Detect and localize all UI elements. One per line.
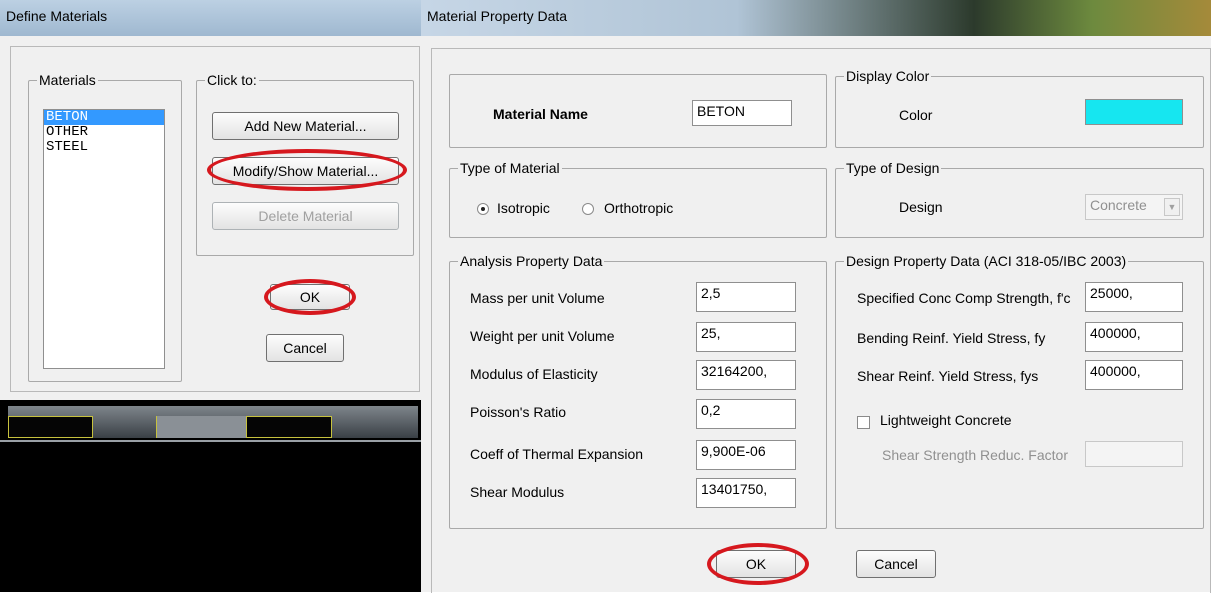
design-select-value: Concrete — [1090, 197, 1147, 213]
material-property-titlebar[interactable]: Material Property Data — [421, 0, 1211, 36]
material-property-title: Material Property Data — [427, 8, 568, 24]
material-list-item[interactable]: BETON — [44, 110, 164, 125]
color-swatch[interactable] — [1085, 99, 1183, 125]
define-materials-dialog: Define Materials Materials BETON OTHER STE… — [0, 0, 421, 400]
analysis-row-label: Mass per unit Volume — [470, 290, 605, 306]
analysis-row-label: Modulus of Elasticity — [470, 366, 598, 382]
material-name-label: Material Name — [493, 106, 588, 122]
property-cancel-button[interactable]: Cancel — [856, 550, 936, 578]
analysis-row-input[interactable]: 13401750, — [696, 478, 796, 508]
add-new-material-button[interactable]: Add New Material... — [212, 112, 399, 140]
delete-material-button[interactable]: Delete Material — [212, 202, 399, 230]
design-row-input[interactable]: 400000, — [1085, 322, 1183, 352]
define-ok-button[interactable]: OK — [270, 284, 350, 310]
analysis-row-input[interactable]: 9,900E-06 — [696, 440, 796, 470]
materials-group-label: Materials — [37, 72, 98, 88]
analysis-row-input[interactable]: 32164200, — [696, 360, 796, 390]
design-row-input[interactable]: 400000, — [1085, 360, 1183, 390]
shear-reduc-label: Shear Strength Reduc. Factor — [882, 447, 1068, 463]
click-to-group-label: Click to: — [205, 72, 259, 88]
design-label: Design — [899, 199, 943, 215]
analysis-row-label: Weight per unit Volume — [470, 328, 615, 344]
analysis-row-label: Coeff of Thermal Expansion — [470, 446, 644, 462]
shear-reduc-input[interactable] — [1085, 441, 1183, 467]
materials-group: Materials BETON OTHER STEEL — [28, 72, 182, 382]
material-list-item[interactable]: OTHER — [44, 125, 164, 140]
isotropic-label: Isotropic — [497, 200, 550, 216]
define-materials-title: Define Materials — [6, 8, 108, 24]
type-of-material-group-label: Type of Material — [458, 160, 562, 176]
orthotropic-radio[interactable] — [582, 203, 594, 215]
design-select[interactable]: Concrete ▼ — [1085, 194, 1183, 220]
define-materials-titlebar[interactable]: Define Materials — [0, 0, 421, 36]
materials-listbox[interactable]: BETON OTHER STEEL — [43, 109, 165, 369]
color-label: Color — [899, 107, 933, 123]
material-property-dialog: Material Property Data Material Name BET… — [421, 0, 1211, 593]
analysis-row-input[interactable]: 2,5 — [696, 282, 796, 312]
chevron-down-icon: ▼ — [1164, 198, 1180, 216]
analysis-row-label: Shear Modulus — [470, 484, 565, 500]
analysis-row-input[interactable]: 25, — [696, 322, 796, 352]
property-ok-button[interactable]: OK — [716, 550, 796, 578]
design-property-group-label: Design Property Data (ACI 318-05/IBC 200… — [844, 253, 1129, 269]
modify-show-material-button[interactable]: Modify/Show Material... — [212, 157, 399, 185]
design-row-label: Bending Reinf. Yield Stress, fy — [857, 330, 1046, 346]
material-list-item[interactable]: STEEL — [44, 140, 164, 155]
analysis-row-label: Poisson's Ratio — [470, 404, 567, 420]
design-row-label: Specified Conc Comp Strength, f'c — [857, 290, 1071, 306]
material-name-input[interactable]: BETON — [692, 100, 792, 126]
lightweight-concrete-label: Lightweight Concrete — [880, 412, 1012, 428]
type-of-design-group-label: Type of Design — [844, 160, 942, 176]
lightweight-concrete-checkbox[interactable] — [857, 416, 870, 429]
define-cancel-button[interactable]: Cancel — [266, 334, 344, 362]
design-row-label: Shear Reinf. Yield Stress, fys — [857, 368, 1039, 384]
orthotropic-label: Orthotropic — [604, 200, 674, 216]
isotropic-radio[interactable] — [477, 203, 489, 215]
analysis-property-group-label: Analysis Property Data — [458, 253, 605, 269]
display-color-group-label: Display Color — [844, 68, 932, 84]
analysis-row-input[interactable]: 0,2 — [696, 399, 796, 429]
design-row-input[interactable]: 25000, — [1085, 282, 1183, 312]
background-viewport — [0, 400, 421, 592]
